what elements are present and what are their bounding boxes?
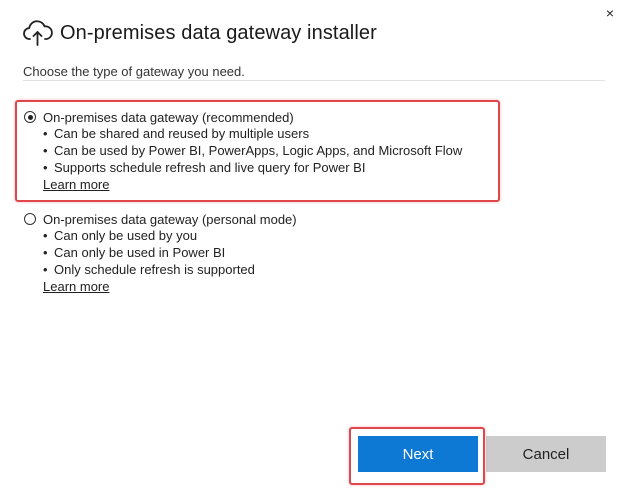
cancel-button[interactable]: Cancel <box>486 436 606 472</box>
list-item: Only schedule refresh is supported <box>43 261 297 278</box>
highlight-box-next <box>349 427 485 485</box>
option-personal[interactable]: On-premises data gateway (personal mode)… <box>24 211 297 295</box>
page-subtitle: Choose the type of gateway you need. <box>23 64 245 79</box>
cloud-upload-icon <box>22 18 54 48</box>
option-personal-bullets: Can only be used by you Can only be used… <box>43 227 297 278</box>
title-bar: On-premises data gateway installer <box>22 16 377 50</box>
separator <box>23 80 605 81</box>
highlight-box-option <box>15 100 500 202</box>
window-title: On-premises data gateway installer <box>60 21 377 44</box>
list-item: Can only be used in Power BI <box>43 244 297 261</box>
close-icon[interactable]: × <box>600 2 620 24</box>
option-personal-label: On-premises data gateway (personal mode) <box>43 211 297 227</box>
learn-more-link[interactable]: Learn more <box>43 278 109 295</box>
radio-personal[interactable] <box>24 213 36 225</box>
list-item: Can only be used by you <box>43 227 297 244</box>
